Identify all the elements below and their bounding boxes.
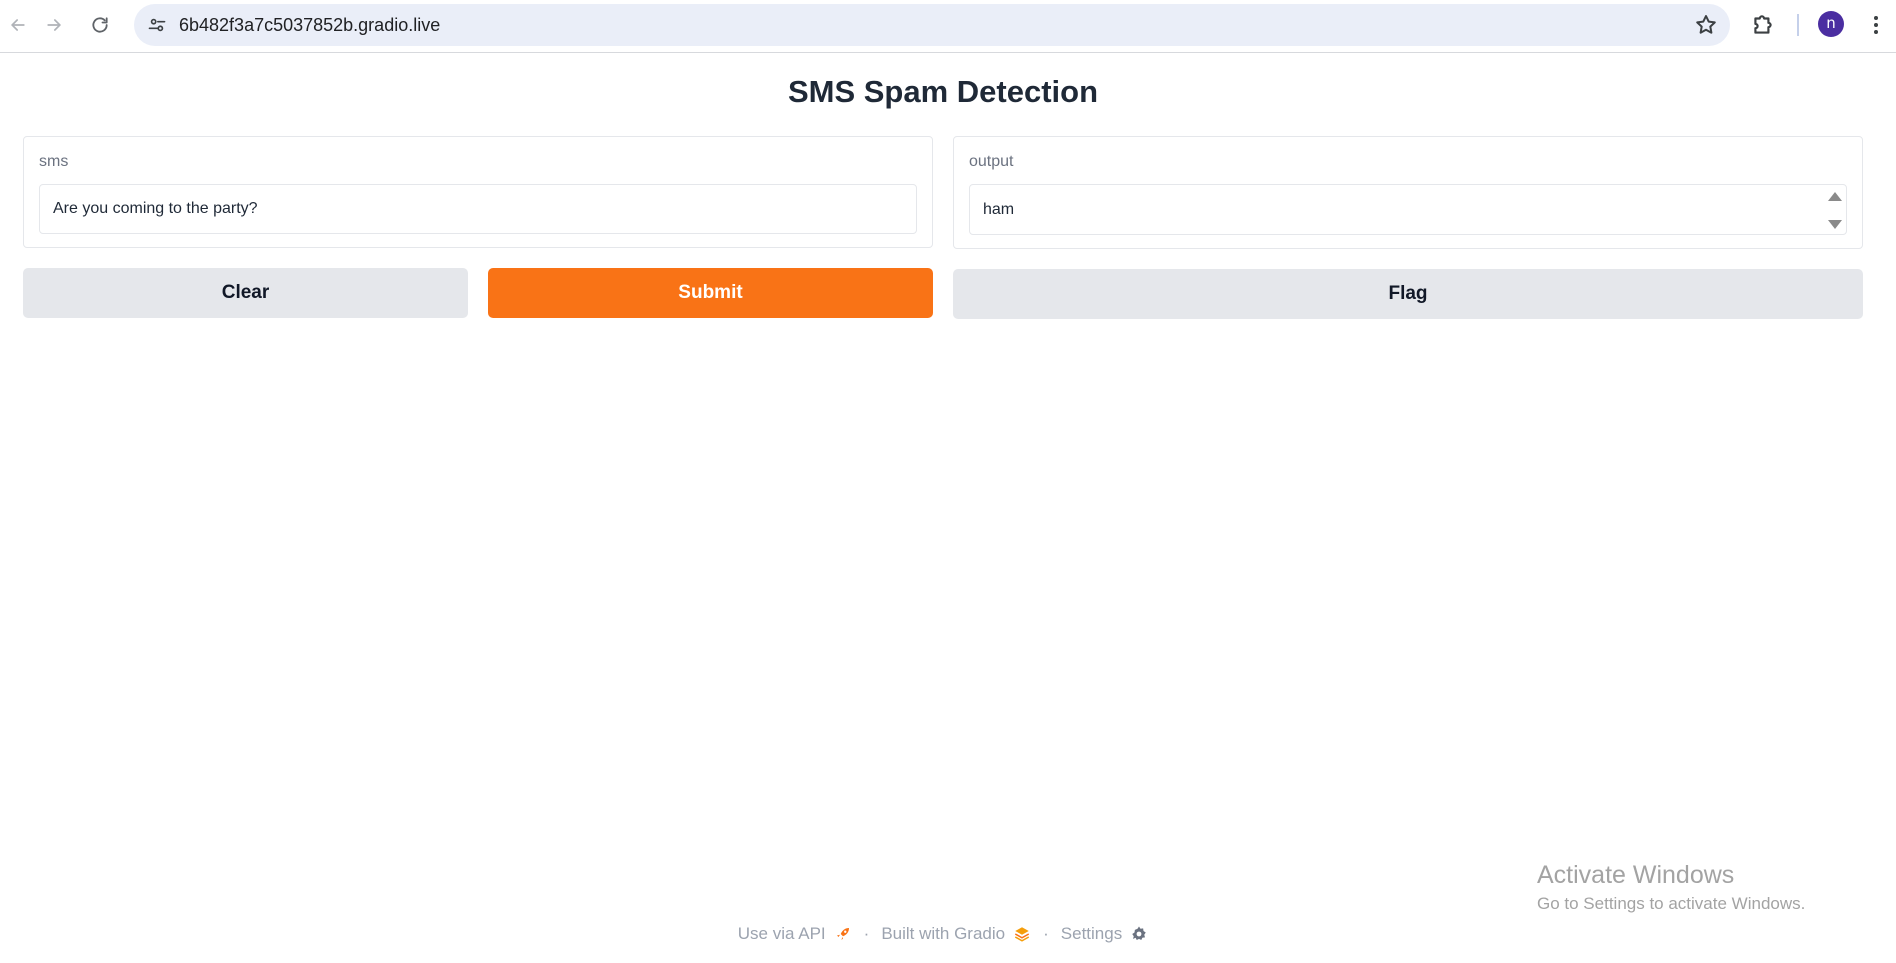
kebab-menu-icon[interactable] [1864,12,1888,38]
reload-icon [92,17,108,33]
sms-textbox[interactable]: Are you coming to the party? [39,184,917,234]
sms-input-panel: sms Are you coming to the party? [23,136,933,248]
settings-label: Settings [1060,924,1123,943]
browser-toolbar: 6b482f3a7c5037852b.gradio.live n [0,0,1896,53]
output-textbox[interactable]: ham [969,184,1847,235]
puzzle-icon[interactable] [1750,12,1776,38]
rocket-icon [836,928,849,940]
scroll-down-icon[interactable] [1828,220,1842,229]
back-button[interactable] [0,8,36,42]
clear-button[interactable]: Clear [23,268,468,318]
url-text[interactable]: 6b482f3a7c5037852b.gradio.live [179,4,440,46]
toolbar-divider [1797,14,1799,36]
use-via-api-label: Use via API [737,924,826,943]
gear-icon [1132,926,1146,940]
profile-avatar[interactable]: n [1818,11,1844,37]
output-value: ham [983,201,1015,218]
footer-separator: · [863,924,870,943]
arrow-right-icon [47,19,61,31]
submit-button[interactable]: Submit [488,268,933,318]
address-bar[interactable]: 6b482f3a7c5037852b.gradio.live [134,4,1730,46]
tune-icon[interactable] [144,12,170,38]
use-via-api-link[interactable]: Use via API [738,924,852,944]
output-label: output [969,153,1014,170]
footer-separator: · [1043,924,1049,943]
watermark-title: Activate Windows [1537,861,1735,889]
flag-button[interactable]: Flag [953,269,1863,319]
gradio-logo-icon [1014,927,1030,942]
reload-button[interactable] [82,8,118,42]
output-scrollbar[interactable] [1828,187,1842,233]
built-with-gradio-link[interactable]: Built with Gradio [881,924,1031,944]
built-with-gradio-label: Built with Gradio [881,924,1006,943]
settings-link[interactable]: Settings [1061,924,1148,944]
output-panel: output ham [953,136,1863,249]
arrow-left-icon [11,19,25,31]
star-icon[interactable] [1694,13,1718,37]
forward-button[interactable] [36,8,72,42]
windows-activation-watermark: Activate Windows Go to Settings to activ… [1537,860,1805,916]
sms-label: sms [39,153,69,170]
page-title: SMS Spam Detection [787,74,1099,109]
footer: Use via API · Built with Gradio · Settin… [0,922,1886,946]
scroll-up-icon[interactable] [1828,192,1842,201]
watermark-subtitle: Go to Settings to activate Windows. [1537,894,1806,913]
